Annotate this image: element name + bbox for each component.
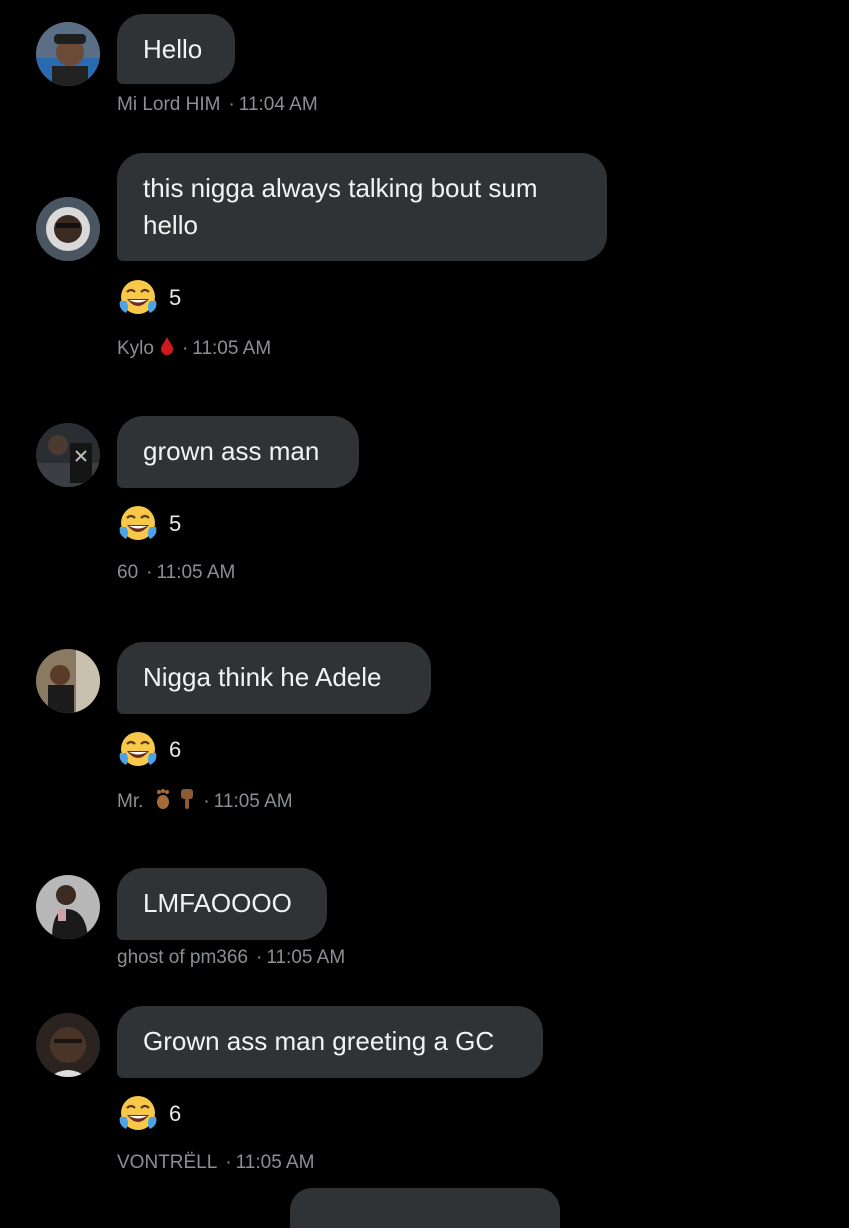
message-meta: 60 · 11:05 AM [117, 562, 235, 584]
reaction-pill[interactable]: 5 [117, 278, 181, 318]
face-with-tears-of-joy-icon [119, 1096, 157, 1130]
author-name[interactable]: Mr. [117, 791, 143, 813]
meta-separator: · [203, 791, 210, 812]
author-name[interactable]: Kylo [117, 338, 154, 360]
message-meta: Mr. · 11:05 AM [117, 788, 293, 816]
author-name[interactable]: VONTRËLL [117, 1152, 217, 1174]
reaction-count: 5 [169, 511, 182, 536]
reaction-pill[interactable]: 6 [117, 1094, 181, 1134]
user-avatar[interactable] [36, 22, 100, 86]
message-meta: Mi Lord HIM · 11:04 AM [117, 94, 318, 116]
message-meta: ghost of pm366 · 11:05 AM [117, 947, 345, 969]
meta-separator: · [228, 94, 235, 115]
timestamp: 11:05 AM [266, 947, 346, 968]
face-with-tears-of-joy-icon [119, 506, 157, 540]
timestamp: 11:05 AM [235, 1152, 315, 1173]
message-bubble[interactable]: Hello [117, 14, 235, 84]
user-avatar[interactable] [36, 875, 100, 939]
meta-separator: · [181, 338, 189, 359]
user-avatar[interactable] [36, 649, 100, 713]
user-avatar[interactable] [36, 423, 100, 487]
timestamp: 11:05 AM [156, 562, 236, 583]
timestamp: 11:05 AM [192, 338, 272, 359]
user-avatar[interactable] [36, 1013, 100, 1077]
foot-icon [155, 788, 171, 816]
message-meta: Kylo · 11:05 AM [117, 336, 271, 362]
author-name[interactable]: 60 [117, 562, 138, 584]
reaction-pill[interactable]: 5 [117, 504, 181, 544]
pointing-down-icon [179, 788, 195, 816]
message-meta: VONTRËLL · 11:05 AM [117, 1152, 315, 1174]
author-name[interactable]: Mi Lord HIM [117, 94, 220, 116]
drop-of-blood-icon [160, 336, 174, 362]
reaction-count: 5 [169, 285, 182, 310]
face-with-tears-of-joy-icon [119, 732, 157, 766]
face-with-tears-of-joy-icon [119, 280, 157, 314]
timestamp: 11:05 AM [213, 791, 293, 812]
author-name[interactable]: ghost of pm366 [117, 947, 248, 969]
message-bubble[interactable]: Grown ass man greeting a GC [117, 1006, 543, 1078]
user-avatar[interactable] [36, 197, 100, 261]
reaction-count: 6 [169, 737, 182, 762]
reaction-pill[interactable]: 6 [117, 730, 181, 770]
reaction-count: 6 [169, 1101, 182, 1126]
message-bubble[interactable]: Nigga think he Adele [117, 642, 431, 714]
message-bubble[interactable]: this nigga always talking bout sum hello [117, 153, 607, 261]
meta-separator: · [225, 1152, 232, 1173]
message-bubble[interactable]: grown ass man [117, 416, 359, 488]
message-bubble[interactable]: LMFAOOOO [117, 868, 327, 940]
timestamp: 11:04 AM [238, 94, 318, 115]
message-bubble-partial[interactable] [290, 1188, 560, 1228]
meta-separator: · [146, 562, 153, 583]
meta-separator: · [255, 947, 263, 968]
